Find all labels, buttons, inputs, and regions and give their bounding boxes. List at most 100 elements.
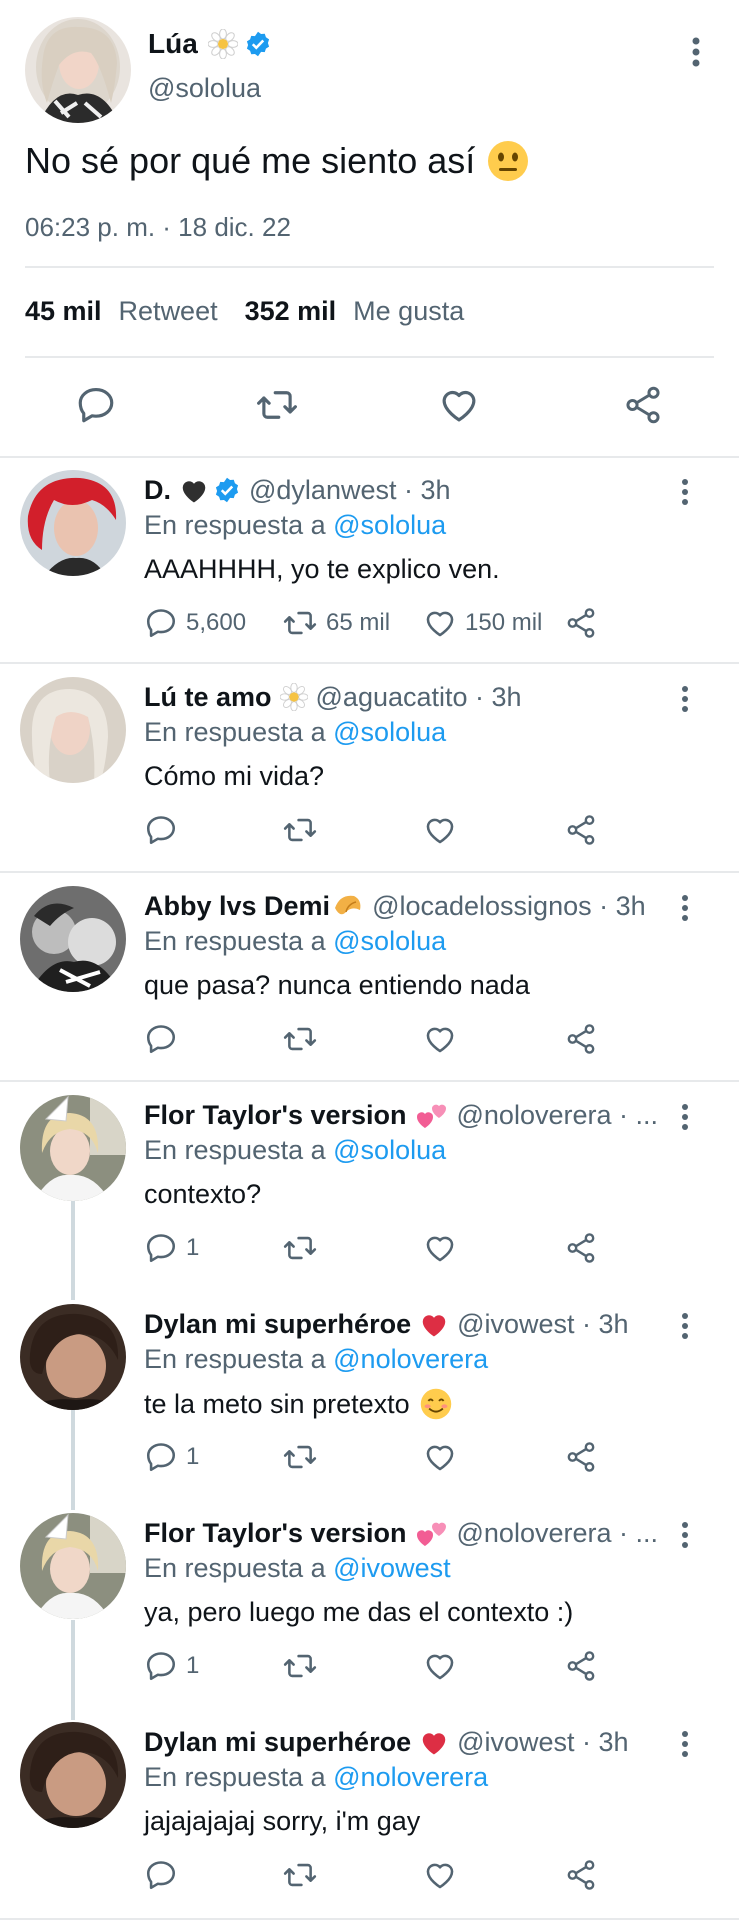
like-icon[interactable] — [423, 1231, 457, 1265]
more-options-icon[interactable] — [673, 892, 697, 929]
reply-tweet[interactable]: Lú te amo @aguacatito · 3h En respuesta … — [0, 665, 739, 873]
reply-icon[interactable] — [75, 384, 117, 431]
daisy-icon — [207, 29, 238, 59]
reply-count: 1 — [186, 1443, 200, 1470]
more-options-icon[interactable] — [673, 1310, 697, 1347]
avatar[interactable] — [20, 1513, 126, 1619]
like-action[interactable]: 150 mil — [423, 606, 542, 640]
author-name[interactable]: Lúa — [148, 28, 198, 60]
tweet-timestamp: 06:23 p. m. · 18 dic. 22 — [25, 212, 291, 242]
in-reply-to: En respuesta a @noloverera — [144, 1344, 488, 1375]
in-reply-to: En respuesta a @sololua — [144, 1135, 446, 1166]
reply-tweet[interactable]: Abby lvs Demi @locadelossignos · 3h En r… — [0, 874, 739, 1082]
avatar[interactable] — [20, 677, 126, 783]
reply-header: Dylan mi superhéroe @ivowest · 3h — [144, 1308, 664, 1340]
author-name[interactable]: Dylan mi superhéroe — [144, 1309, 411, 1340]
retweet-icon[interactable] — [282, 1022, 318, 1056]
more-options-icon[interactable] — [673, 1101, 697, 1138]
reply-header: Lú te amo @aguacatito · 3h — [144, 681, 664, 713]
tweet-text-content: No sé por qué me siento así — [25, 140, 476, 181]
author-name[interactable]: Flor Taylor's version — [144, 1518, 407, 1549]
mention-link[interactable]: @sololua — [333, 926, 446, 956]
retweets-count[interactable]: 45 mil — [25, 296, 102, 327]
like-icon[interactable] — [423, 1440, 457, 1474]
share-icon[interactable] — [564, 1440, 598, 1474]
mention-link[interactable]: @sololua — [333, 510, 446, 540]
red-heart-icon — [419, 1310, 449, 1338]
like-icon[interactable] — [423, 1022, 457, 1056]
author-handle[interactable]: @aguacatito · 3h — [316, 682, 522, 713]
reply-tweet[interactable]: Dylan mi superhéroe @ivowest · 3h En res… — [0, 1710, 739, 1920]
author-handle[interactable]: @dylanwest · 3h — [249, 475, 451, 506]
avatar[interactable] — [25, 17, 131, 123]
likes-count[interactable]: 352 mil — [245, 296, 337, 327]
retweet-icon[interactable] — [282, 813, 318, 847]
reply-icon[interactable] — [144, 813, 178, 847]
reply-tweet[interactable]: Dylan mi superhéroe @ivowest · 3h En res… — [0, 1292, 739, 1501]
mention-link[interactable]: @noloverera — [333, 1762, 488, 1792]
reply-action[interactable]: 1 — [144, 1231, 199, 1265]
more-options-icon[interactable] — [680, 32, 712, 77]
retweet-count: 65 mil — [326, 609, 391, 636]
reply-tweet[interactable]: D. @dylanwest · 3h En respuesta a @solol… — [0, 458, 739, 664]
share-icon[interactable] — [564, 1231, 598, 1265]
retweet-icon[interactable] — [255, 384, 299, 431]
avatar[interactable] — [20, 1722, 126, 1828]
reply-text: jajajajajaj sorry, i'm gay — [144, 1806, 421, 1836]
reply-action[interactable]: 1 — [144, 1649, 199, 1683]
likes-label[interactable]: Me gusta — [353, 296, 464, 327]
reply-tweet[interactable]: Flor Taylor's version @noloverera · ... … — [0, 1501, 739, 1710]
reply-action[interactable]: 5,600 — [144, 606, 246, 640]
share-icon[interactable] — [564, 1858, 598, 1892]
retweet-icon[interactable] — [282, 1440, 318, 1474]
author-name[interactable]: Flor Taylor's version — [144, 1100, 407, 1131]
reply-header: Abby lvs Demi @locadelossignos · 3h — [144, 890, 664, 922]
retweets-label[interactable]: Retweet — [119, 296, 218, 327]
two-hearts-icon — [415, 1518, 449, 1548]
share-icon[interactable] — [564, 1022, 598, 1056]
reply-icon[interactable] — [144, 1022, 178, 1056]
reply-icon[interactable] — [144, 1858, 178, 1892]
like-icon[interactable] — [438, 384, 480, 431]
neutral-face-emoji-icon — [487, 140, 529, 182]
more-options-icon[interactable] — [673, 1728, 697, 1765]
like-icon[interactable] — [423, 1649, 457, 1683]
author-handle[interactable]: @ivowest · 3h — [457, 1309, 628, 1340]
more-options-icon[interactable] — [673, 683, 697, 720]
mention-link[interactable]: @sololua — [333, 717, 446, 747]
share-icon[interactable] — [564, 606, 598, 640]
author-handle[interactable]: @ivowest · 3h — [457, 1727, 628, 1758]
author-name[interactable]: D. — [144, 475, 171, 506]
author-handle[interactable]: @sololua — [148, 73, 261, 104]
share-icon[interactable] — [564, 1649, 598, 1683]
author-line: Lúa — [148, 26, 272, 62]
author-name[interactable]: Abby lvs Demi — [144, 891, 330, 922]
more-options-icon[interactable] — [673, 1519, 697, 1556]
mention-link[interactable]: @ivowest — [333, 1553, 450, 1583]
reply-tweet[interactable]: Flor Taylor's version @noloverera · ... … — [0, 1083, 739, 1292]
retweet-icon[interactable] — [282, 1231, 318, 1265]
author-handle[interactable]: @locadelossignos · 3h — [372, 891, 646, 922]
reply-count: 1 — [186, 1234, 200, 1261]
mention-link[interactable]: @noloverera — [333, 1344, 488, 1374]
in-reply-label: En respuesta a — [144, 1344, 326, 1374]
author-handle[interactable]: @noloverera · ... — [457, 1518, 659, 1549]
avatar[interactable] — [20, 1095, 126, 1201]
reply-action[interactable]: 1 — [144, 1440, 199, 1474]
retweet-icon[interactable] — [282, 1649, 318, 1683]
mention-link[interactable]: @sololua — [333, 1135, 446, 1165]
like-icon[interactable] — [423, 813, 457, 847]
author-name[interactable]: Dylan mi superhéroe — [144, 1727, 411, 1758]
retweet-icon[interactable] — [282, 1858, 318, 1892]
like-icon[interactable] — [423, 1858, 457, 1892]
avatar[interactable] — [20, 886, 126, 992]
avatar[interactable] — [20, 1304, 126, 1410]
retweet-action[interactable]: 65 mil — [282, 606, 390, 640]
verified-badge-icon — [244, 30, 272, 58]
share-icon[interactable] — [622, 384, 664, 431]
more-options-icon[interactable] — [673, 476, 697, 513]
avatar[interactable] — [20, 470, 126, 576]
share-icon[interactable] — [564, 813, 598, 847]
author-name[interactable]: Lú te amo — [144, 682, 272, 713]
author-handle[interactable]: @noloverera · ... — [457, 1100, 659, 1131]
